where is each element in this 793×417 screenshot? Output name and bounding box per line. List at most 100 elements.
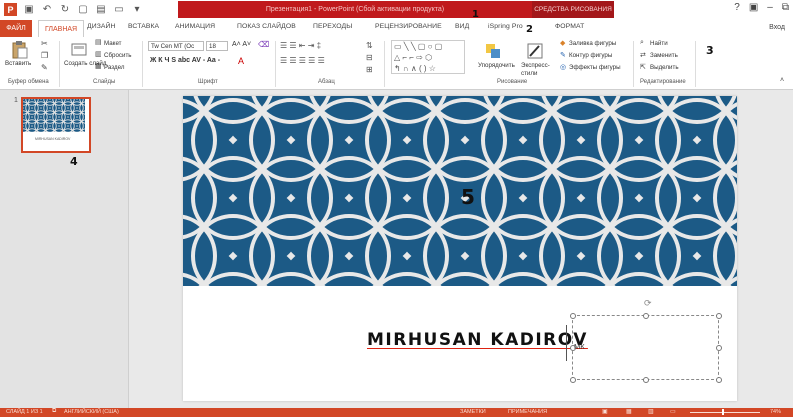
separator (59, 41, 60, 87)
notes-button[interactable]: ЗАМЕТКИ (460, 409, 486, 415)
section-button[interactable]: Раздел (104, 64, 124, 71)
zoom-slider[interactable] (690, 412, 760, 413)
resize-handle[interactable] (716, 313, 722, 319)
resize-handle[interactable] (570, 313, 576, 319)
normal-view-icon[interactable]: ▣ (602, 408, 608, 415)
preview-icon[interactable]: ▤ (95, 4, 107, 16)
resize-handle[interactable] (570, 377, 576, 383)
open-folder-icon[interactable]: ▭ (113, 4, 125, 16)
ribbon-tabs: ФАЙЛ ГЛАВНАЯ ДИЗАЙН ВСТАВКА АНИМАЦИЯ ПОК… (0, 20, 793, 38)
language-indicator[interactable]: АНГЛИЙСКИЙ (США) (64, 409, 119, 415)
slide-title-author[interactable]: MIRHUSAN KADIROV (367, 330, 588, 350)
annotation-3: 3 (706, 44, 714, 57)
shape-effects-button[interactable]: Эффекты фигуры (569, 64, 621, 71)
select-button[interactable]: Выделить (650, 64, 679, 71)
tab-format[interactable]: ФОРМАТ (555, 23, 584, 30)
restore-icon[interactable]: ⧉ (782, 2, 789, 13)
slide-sorter-icon[interactable]: ▦ (626, 408, 632, 415)
group-font-label: Шрифт (198, 79, 218, 85)
tab-view[interactable]: ВИД (455, 23, 469, 30)
align-buttons-icon[interactable]: ☰ ☰ ☰ ☰ ☰ (280, 56, 325, 65)
reset-icon[interactable]: ▥ (95, 50, 102, 58)
font-size-combo[interactable]: 18 (206, 41, 228, 51)
shape-effects-icon[interactable]: ◎ (560, 63, 566, 71)
customize-qat-icon[interactable]: ▾ (131, 4, 143, 16)
login-link[interactable]: Вход (769, 24, 785, 31)
layout-icon[interactable]: ▤ (95, 38, 102, 46)
font-name-combo[interactable]: Tw Cen MT (Ос (148, 41, 204, 51)
increase-font-icon[interactable]: A˄ A˅ (232, 41, 251, 48)
thumbnail-pattern-graphic (23, 99, 85, 132)
zoom-slider-thumb[interactable] (722, 409, 724, 415)
group-clipboard-label: Буфер обмена (8, 79, 49, 85)
resize-handle[interactable] (643, 313, 649, 319)
redo-icon[interactable]: ↻ (59, 4, 71, 16)
arrange-button[interactable]: Упорядочить (478, 62, 515, 69)
tab-animation[interactable]: АНИМАЦИЯ (175, 23, 215, 30)
new-slide-icon[interactable] (70, 41, 88, 59)
resize-handle[interactable] (716, 345, 722, 351)
find-button[interactable]: Найти (650, 40, 668, 47)
font-color-icon[interactable]: A (238, 56, 244, 66)
rotate-handle-icon[interactable]: ⟳ (644, 298, 652, 309)
select-icon[interactable]: ⇱ (640, 63, 646, 71)
resize-handle[interactable] (716, 377, 722, 383)
tab-insert[interactable]: ВСТАВКА (128, 23, 159, 30)
help-icon[interactable]: ? (734, 2, 740, 13)
annotation-1: 1 (472, 9, 479, 20)
group-editing-label: Редактирование (640, 79, 686, 85)
smartart-icon[interactable]: ⊞ (366, 65, 373, 74)
replace-icon[interactable]: ⇄ (640, 51, 646, 59)
undo-icon[interactable]: ↶ (41, 4, 53, 16)
shape-fill-button[interactable]: Заливка фигуры (569, 40, 616, 47)
layout-button[interactable]: Макет (104, 40, 122, 47)
copy-icon[interactable]: ❐ (41, 51, 48, 60)
tab-design[interactable]: ДИЗАЙН (87, 23, 116, 30)
title-bar: P ▣ ↶ ↻ ▢ ▤ ▭ ▾ Презентация1 - PowerPoin… (0, 0, 793, 20)
selected-textbox[interactable] (572, 315, 719, 380)
shape-outline-button[interactable]: Контур фигуры (569, 52, 612, 59)
reset-button[interactable]: Сбросить (104, 52, 132, 59)
align-text-icon[interactable]: ⊟ (366, 53, 373, 62)
paste-icon[interactable] (10, 41, 28, 59)
new-slide-icon[interactable]: ▢ (77, 4, 89, 16)
slideshow-view-icon[interactable]: ▭ (670, 408, 676, 415)
tab-transitions[interactable]: ПЕРЕХОДЫ (313, 23, 352, 30)
clear-format-icon[interactable]: ⌫ (258, 40, 269, 49)
tab-home[interactable]: ГЛАВНАЯ (38, 20, 85, 38)
list-buttons-icon[interactable]: ☰ ☰ ⇤ ⇥ ‡ (280, 41, 321, 50)
collapse-ribbon-icon[interactable]: ˄ (780, 77, 784, 84)
section-icon[interactable]: ▦ (95, 62, 102, 70)
tab-review[interactable]: РЕЦЕНЗИРОВАНИЕ (375, 23, 442, 30)
resize-handle[interactable] (643, 377, 649, 383)
group-slides-label: Слайды (93, 79, 116, 85)
ribbon-display-icon[interactable]: ▣ (749, 2, 758, 13)
powerpoint-logo-icon: P (4, 3, 17, 16)
textbox-text[interactable]: МК (574, 342, 585, 351)
font-style-buttons[interactable]: Ж К Ч S abc AV - Aa - (150, 57, 220, 64)
thumbnail-pattern (23, 99, 85, 132)
text-direction-icon[interactable]: ⇅ (366, 41, 373, 50)
cut-icon[interactable]: ✂ (41, 39, 48, 48)
comments-button[interactable]: ПРИМЕЧАНИЯ (508, 409, 547, 415)
paste-label[interactable]: Вставить (5, 60, 31, 67)
find-icon[interactable]: ⌕ (640, 39, 644, 47)
thumbnail-caption: MIRHUSAN KADIROV (35, 137, 71, 141)
replace-button[interactable]: Заменить (650, 52, 678, 59)
save-icon[interactable]: ▣ (23, 4, 35, 16)
quick-styles-button[interactable]: Экспресс-стили (521, 62, 551, 78)
tab-ispring[interactable]: iSpring Pro (488, 23, 523, 30)
zoom-level[interactable]: 74% (770, 409, 781, 415)
shape-fill-icon[interactable]: ◆ (560, 39, 565, 47)
reading-view-icon[interactable]: ▥ (648, 408, 654, 415)
format-painter-icon[interactable]: ✎ (41, 63, 48, 72)
annotation-4: 4 (70, 155, 78, 168)
shape-outline-icon[interactable]: ✎ (560, 51, 566, 59)
arrange-icon[interactable] (484, 42, 502, 60)
quick-styles-icon[interactable] (526, 42, 544, 60)
tab-slideshow[interactable]: ПОКАЗ СЛАЙДОВ (237, 23, 296, 30)
tab-file[interactable]: ФАЙЛ (0, 20, 32, 37)
shapes-gallery[interactable]: ▭ ╲ ╲ ▢ ○ ▢ △ ⌐ ⌐ ⇨ ⬡ ↰ ∩ ∧ ( ) ☆ (391, 40, 465, 74)
spellcheck-icon[interactable]: ⧉ (52, 408, 56, 415)
minimize-icon[interactable]: – (767, 2, 773, 13)
